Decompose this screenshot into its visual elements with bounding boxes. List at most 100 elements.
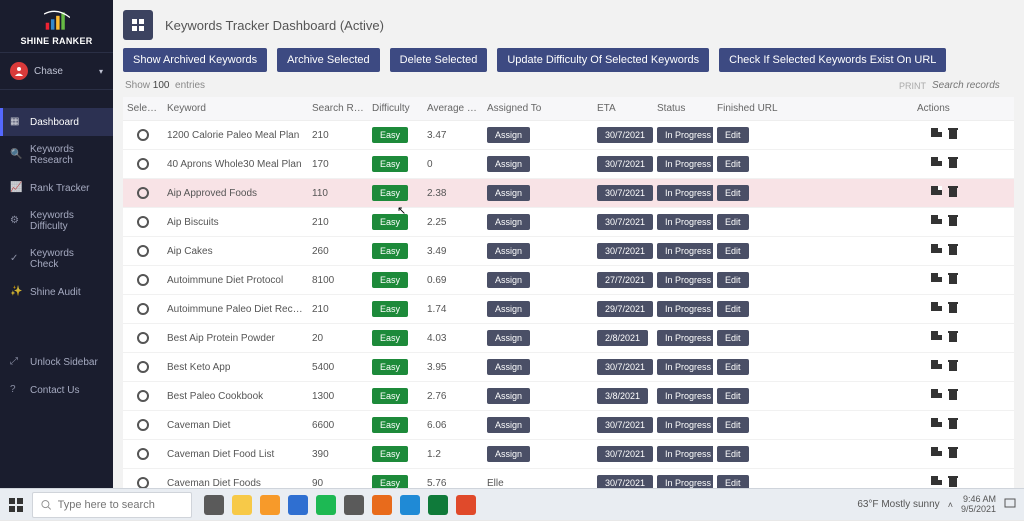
delete-icon[interactable]: [948, 331, 958, 345]
edit-button[interactable]: Edit: [717, 417, 749, 433]
delete-selected-button[interactable]: Delete Selected: [390, 48, 488, 72]
assign-button[interactable]: Assign: [487, 156, 530, 172]
col-keyword[interactable]: Keyword: [163, 103, 308, 114]
print-button[interactable]: PRINT: [899, 81, 926, 91]
row-select[interactable]: [137, 332, 149, 344]
row-select[interactable]: [137, 187, 149, 199]
row-select[interactable]: [137, 448, 149, 460]
taskbar-app-icon[interactable]: [400, 495, 420, 515]
row-select[interactable]: [137, 274, 149, 286]
eta-button[interactable]: 29/7/2021: [597, 301, 653, 317]
user-menu[interactable]: Chase ▾: [0, 52, 113, 90]
edit-button[interactable]: Edit: [717, 214, 749, 230]
delete-icon[interactable]: [948, 418, 958, 432]
start-button[interactable]: [0, 489, 32, 521]
sidebar-item-contact-us[interactable]: ?Contact Us: [0, 376, 113, 404]
status-button[interactable]: In Progress: [657, 301, 713, 317]
taskbar-app-icon[interactable]: [204, 495, 224, 515]
delete-icon[interactable]: [948, 128, 958, 142]
assign-button[interactable]: Assign: [487, 330, 530, 346]
edit-button[interactable]: Edit: [717, 156, 749, 172]
status-button[interactable]: In Progress: [657, 185, 713, 201]
eta-button[interactable]: 30/7/2021: [597, 127, 653, 143]
delete-icon[interactable]: [948, 447, 958, 461]
open-icon[interactable]: [931, 360, 942, 369]
eta-button[interactable]: 30/7/2021: [597, 185, 653, 201]
status-button[interactable]: In Progress: [657, 446, 713, 462]
assign-button[interactable]: Assign: [487, 417, 530, 433]
open-icon[interactable]: [931, 476, 942, 485]
status-button[interactable]: In Progress: [657, 330, 713, 346]
eta-button[interactable]: 27/7/2021: [597, 272, 653, 288]
edit-button[interactable]: Edit: [717, 359, 749, 375]
col-select-all[interactable]: Select All: [123, 103, 163, 114]
col-actions[interactable]: Actions: [913, 103, 968, 114]
eta-button[interactable]: 30/7/2021: [597, 417, 653, 433]
taskbar-app-icon[interactable]: [316, 495, 336, 515]
assign-button[interactable]: Assign: [487, 127, 530, 143]
taskbar-app-icon[interactable]: [232, 495, 252, 515]
delete-icon[interactable]: [948, 215, 958, 229]
edit-button[interactable]: Edit: [717, 330, 749, 346]
open-icon[interactable]: [931, 128, 942, 137]
eta-button[interactable]: 30/7/2021: [597, 475, 653, 488]
sidebar-item-shine-audit[interactable]: ✨Shine Audit: [0, 278, 113, 306]
taskbar-app-icon[interactable]: [456, 495, 476, 515]
sidebar-item-keywords-research[interactable]: 🔍Keywords Research: [0, 136, 113, 174]
taskbar-app-icon[interactable]: [260, 495, 280, 515]
assign-button[interactable]: Assign: [487, 301, 530, 317]
row-select[interactable]: [137, 245, 149, 257]
open-icon[interactable]: [931, 331, 942, 340]
notifications-icon[interactable]: [1004, 497, 1016, 512]
assign-button[interactable]: Assign: [487, 359, 530, 375]
edit-button[interactable]: Edit: [717, 301, 749, 317]
delete-icon[interactable]: [948, 360, 958, 374]
assign-button[interactable]: Assign: [487, 243, 530, 259]
col-assigned-to[interactable]: Assigned To: [483, 103, 593, 114]
taskbar-app-icon[interactable]: [288, 495, 308, 515]
open-icon[interactable]: [931, 418, 942, 427]
status-button[interactable]: In Progress: [657, 127, 713, 143]
status-button[interactable]: In Progress: [657, 272, 713, 288]
assign-button[interactable]: Assign: [487, 185, 530, 201]
open-icon[interactable]: [931, 215, 942, 224]
open-icon[interactable]: [931, 447, 942, 456]
status-button[interactable]: In Progress: [657, 214, 713, 230]
show-archived-keywords-button[interactable]: Show Archived Keywords: [123, 48, 267, 72]
status-button[interactable]: In Progress: [657, 359, 713, 375]
status-button[interactable]: In Progress: [657, 475, 713, 488]
delete-icon[interactable]: [948, 476, 958, 488]
col-finished-url[interactable]: Finished URL: [713, 103, 913, 114]
delete-icon[interactable]: [948, 389, 958, 403]
open-icon[interactable]: [931, 244, 942, 253]
sidebar-item-keywords-difficulty[interactable]: ⚙Keywords Difficulty: [0, 202, 113, 240]
update-difficulty-of-selected-keywords-button[interactable]: Update Difficulty Of Selected Keywords: [497, 48, 709, 72]
status-button[interactable]: In Progress: [657, 388, 713, 404]
edit-button[interactable]: Edit: [717, 388, 749, 404]
edit-button[interactable]: Edit: [717, 185, 749, 201]
weather-widget[interactable]: 63°F Mostly sunny: [857, 499, 939, 510]
row-select[interactable]: [137, 158, 149, 170]
assign-button[interactable]: Assign: [487, 446, 530, 462]
show-count[interactable]: 100: [153, 80, 170, 91]
delete-icon[interactable]: [948, 273, 958, 287]
clock[interactable]: 9:46 AM 9/5/2021: [961, 495, 996, 515]
row-select[interactable]: [137, 129, 149, 141]
taskbar-search[interactable]: [32, 492, 192, 518]
edit-button[interactable]: Edit: [717, 446, 749, 462]
eta-button[interactable]: 30/7/2021: [597, 359, 653, 375]
open-icon[interactable]: [931, 273, 942, 282]
open-icon[interactable]: [931, 302, 942, 311]
assign-button[interactable]: Assign: [487, 388, 530, 404]
dashboard-icon[interactable]: [123, 10, 153, 40]
taskbar-app-icon[interactable]: [344, 495, 364, 515]
col-eta[interactable]: ETA: [593, 103, 653, 114]
delete-icon[interactable]: [948, 157, 958, 171]
status-button[interactable]: In Progress: [657, 243, 713, 259]
check-if-selected-keywords-exist-on-url-button[interactable]: Check If Selected Keywords Exist On URL: [719, 48, 946, 72]
status-button[interactable]: In Progress: [657, 156, 713, 172]
tray-chevron-icon[interactable]: ˄: [948, 500, 953, 510]
eta-button[interactable]: 30/7/2021: [597, 243, 653, 259]
assign-button[interactable]: Assign: [487, 214, 530, 230]
col-average-cpc[interactable]: Average CPC: [423, 103, 483, 114]
